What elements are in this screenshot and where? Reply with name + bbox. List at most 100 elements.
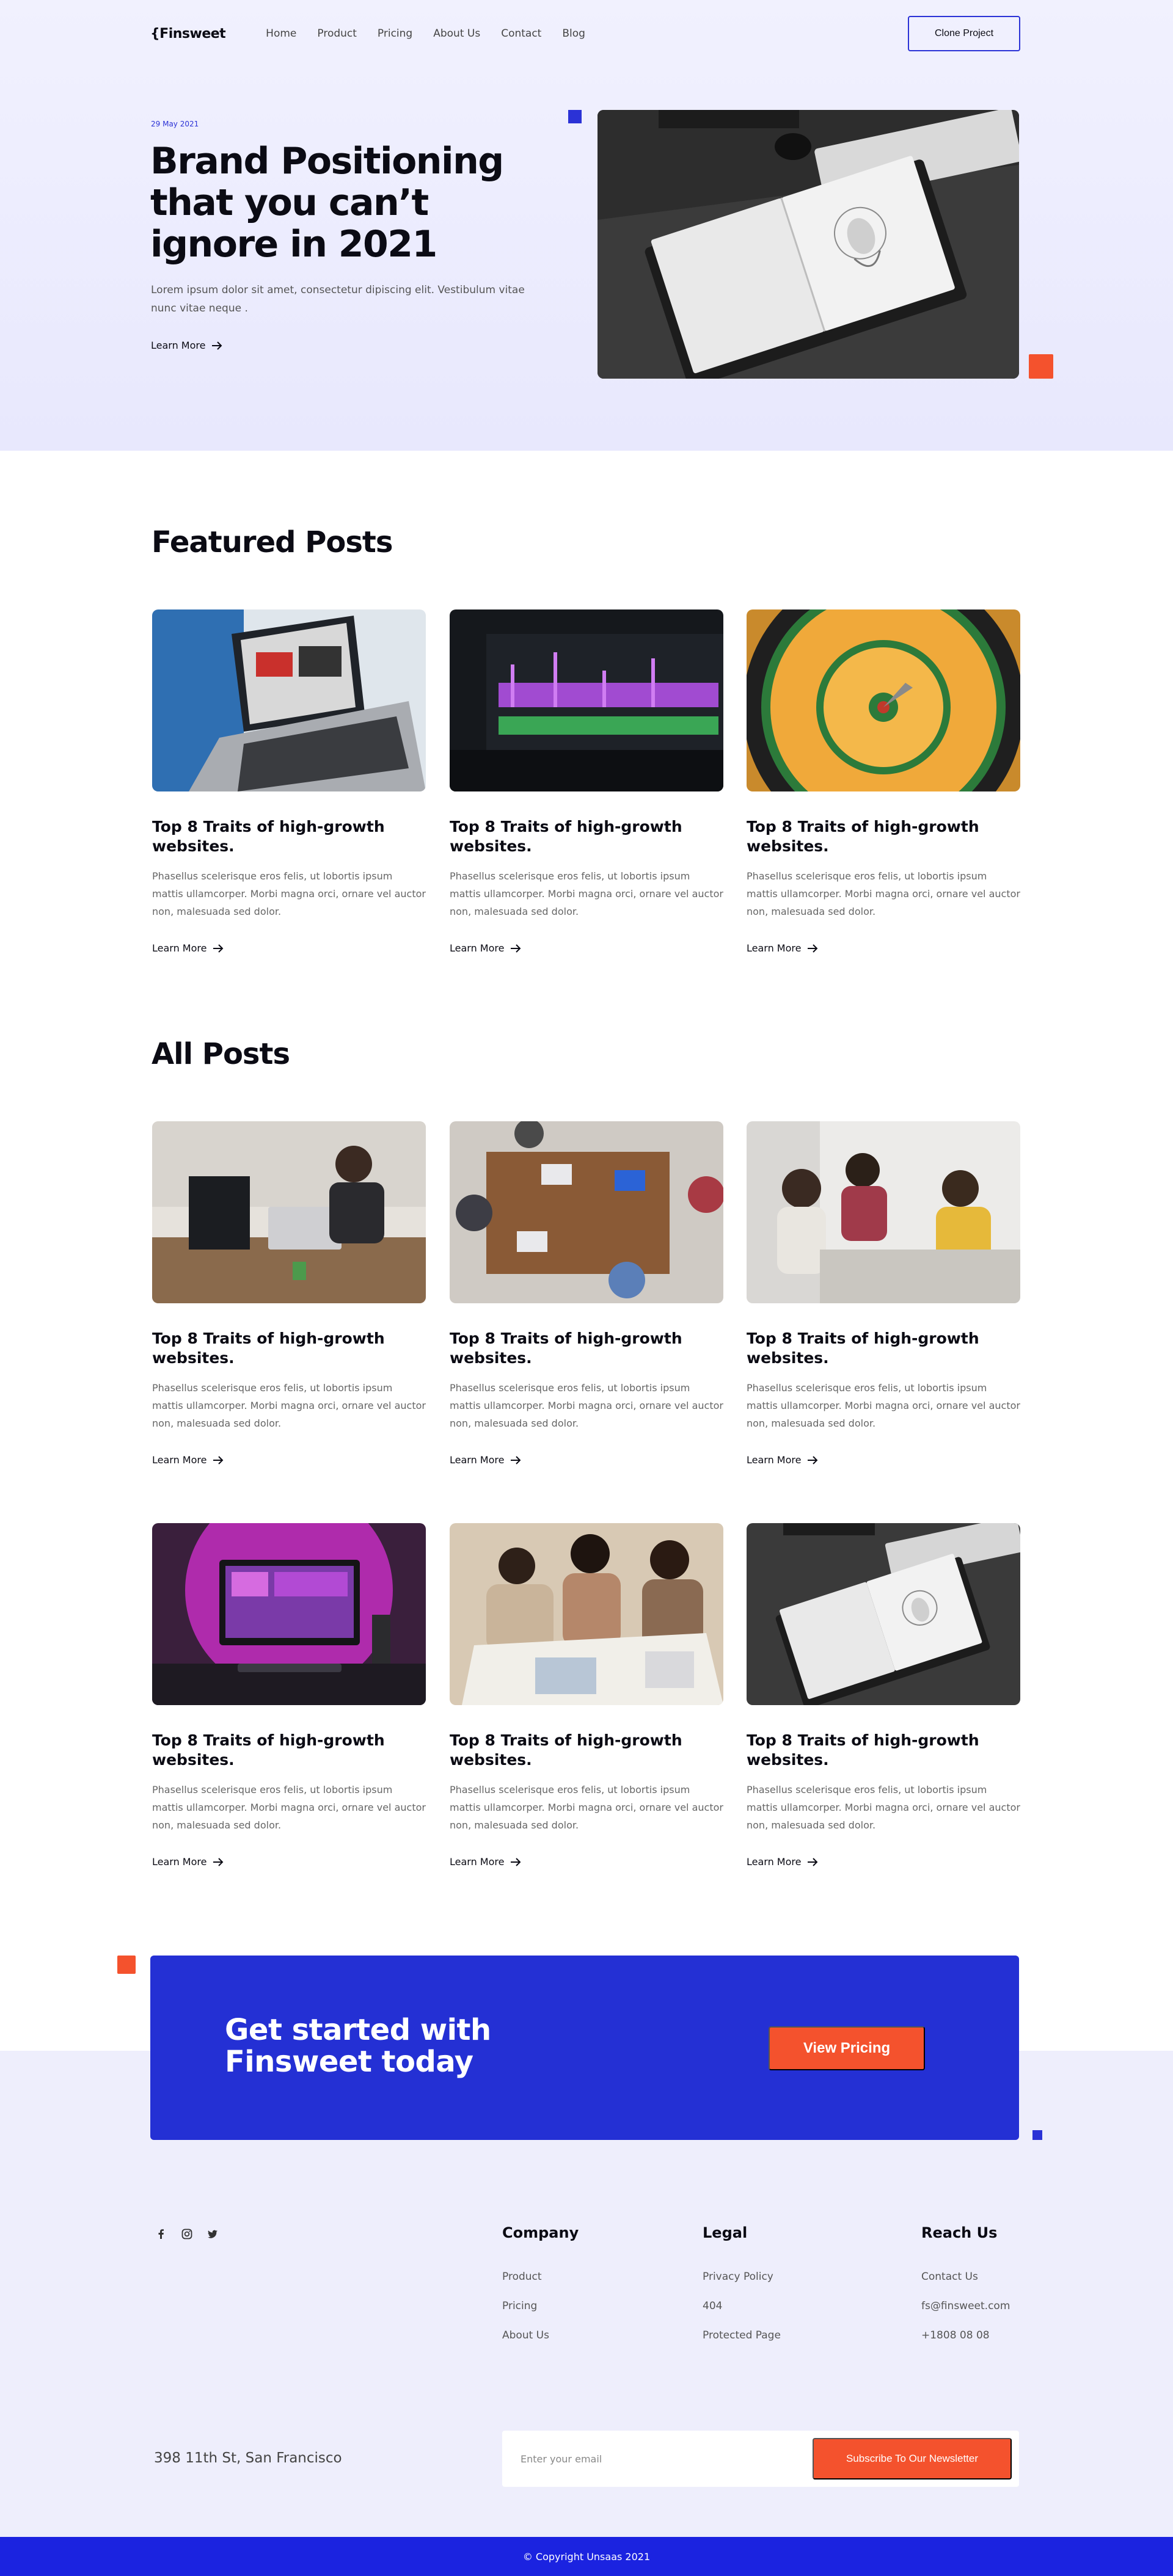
featured-post-card: Top 8 Traits of high-growth websites. Ph… — [152, 609, 426, 954]
facebook-icon[interactable] — [155, 2228, 167, 2240]
hero-image-sketchbook — [597, 110, 1019, 379]
post-learn-more-link[interactable]: Learn More — [450, 1856, 723, 1868]
nav-link-product[interactable]: Product — [317, 27, 357, 40]
arrow-right-icon — [808, 1455, 818, 1464]
post-title: Top 8 Traits of high-growth websites. — [152, 1731, 385, 1769]
post-image-team-meeting[interactable] — [747, 1121, 1020, 1303]
post-card: Top 8 Traits of high-growth websites. Ph… — [450, 1523, 723, 1868]
arrow-right-icon — [511, 944, 521, 953]
post-card: Top 8 Traits of high-growth websites. Ph… — [152, 1121, 426, 1466]
post-title: Top 8 Traits of high-growth websites. — [747, 1330, 979, 1367]
learn-more-label: Learn More — [151, 340, 206, 351]
hero-title: Brand Positioning that you can’t ignore … — [150, 140, 504, 266]
top-navigation: {Finsweet Home Product Pricing About Us … — [150, 16, 1020, 51]
all-posts-title: All Posts — [152, 1037, 290, 1071]
post-title: Top 8 Traits of high-growth websites. — [450, 1330, 682, 1367]
nav-link-home[interactable]: Home — [266, 27, 296, 40]
decorative-square — [1032, 2130, 1042, 2140]
post-learn-more-link[interactable]: Learn More — [747, 1454, 1020, 1466]
post-learn-more-link[interactable]: Learn More — [450, 1454, 723, 1466]
footer-link-protected[interactable]: Protected Page — [703, 2329, 781, 2341]
post-image-video-editor[interactable] — [450, 609, 723, 791]
twitter-icon[interactable] — [206, 2228, 219, 2240]
decorative-square — [568, 110, 582, 123]
footer-link-about[interactable]: About Us — [502, 2329, 579, 2341]
instagram-icon[interactable] — [181, 2228, 193, 2240]
footer-link-404[interactable]: 404 — [703, 2300, 781, 2312]
post-learn-more-link[interactable]: Learn More — [152, 1856, 426, 1868]
logo[interactable]: {Finsweet — [150, 26, 226, 42]
learn-more-label: Learn More — [450, 942, 505, 954]
arrow-right-icon — [212, 341, 222, 350]
footer-link-contact[interactable]: Contact Us — [921, 2271, 1010, 2283]
post-card: Top 8 Traits of high-growth websites. Ph… — [747, 1121, 1020, 1466]
newsletter-email-input[interactable] — [521, 2445, 789, 2472]
post-description: Phasellus scelerisque eros felis, ut lob… — [747, 1784, 1020, 1831]
post-card: Top 8 Traits of high-growth websites. Ph… — [152, 1523, 426, 1868]
featured-post-card: Top 8 Traits of high-growth websites. Ph… — [747, 609, 1020, 954]
footer-heading: Company — [502, 2224, 579, 2241]
copyright-bar: © Copyright Unsaas 2021 — [0, 2537, 1173, 2576]
decorative-square — [117, 1956, 136, 1974]
featured-posts-title: Featured Posts — [152, 525, 393, 559]
newsletter-form: Subscribe To Our Newsletter — [502, 2431, 1019, 2487]
post-description: Phasellus scelerisque eros felis, ut lob… — [450, 1784, 723, 1831]
arrow-right-icon — [511, 1455, 521, 1464]
nav-link-blog[interactable]: Blog — [562, 27, 585, 40]
post-title: Top 8 Traits of high-growth websites. — [450, 818, 682, 855]
post-learn-more-link[interactable]: Learn More — [747, 1856, 1020, 1868]
nav-link-pricing[interactable]: Pricing — [378, 27, 412, 40]
post-image-office[interactable] — [152, 1121, 426, 1303]
post-image-sketchbook[interactable] — [747, 1523, 1020, 1705]
post-card: Top 8 Traits of high-growth websites. Ph… — [450, 1121, 723, 1466]
learn-more-label: Learn More — [152, 1856, 207, 1868]
post-image-pink-desk[interactable] — [152, 1523, 426, 1705]
post-image-laptop[interactable] — [152, 609, 426, 791]
post-title: Top 8 Traits of high-growth websites. — [450, 1731, 682, 1769]
post-learn-more-link[interactable]: Learn More — [747, 942, 1020, 954]
copyright-text: © Copyright Unsaas 2021 — [522, 2550, 651, 2563]
nav-link-contact[interactable]: Contact — [501, 27, 541, 40]
learn-more-label: Learn More — [450, 1454, 505, 1466]
post-description: Phasellus scelerisque eros felis, ut lob… — [152, 1382, 426, 1429]
post-title: Top 8 Traits of high-growth websites. — [747, 818, 979, 855]
post-description: Phasellus scelerisque eros felis, ut lob… — [152, 1784, 426, 1831]
cta-banner: Get started with Finsweet today View Pri… — [150, 1956, 1019, 2140]
post-image-team-papers[interactable] — [450, 1523, 723, 1705]
arrow-right-icon — [213, 1455, 224, 1464]
footer-link-phone[interactable]: +1808 08 08 — [921, 2329, 1010, 2341]
hero-learn-more-link[interactable]: Learn More — [151, 340, 222, 351]
post-learn-more-link[interactable]: Learn More — [152, 1454, 426, 1466]
footer-heading: Legal — [703, 2224, 748, 2241]
footer-column-reach-us: Reach Us Contact Us fs@finsweet.com +180… — [921, 2224, 1010, 2341]
nav-link-about[interactable]: About Us — [433, 27, 480, 40]
arrow-right-icon — [213, 1857, 224, 1866]
post-image-dartboard[interactable] — [747, 609, 1020, 791]
nav-links: Home Product Pricing About Us Contact Bl… — [266, 27, 585, 40]
footer-link-privacy[interactable]: Privacy Policy — [703, 2271, 781, 2283]
hero-date: 29 May 2021 — [151, 120, 199, 128]
footer-column-company: Company Product Pricing About Us — [502, 2224, 579, 2341]
address: 398 11th St, San Francisco — [154, 2450, 342, 2466]
post-image-team-table[interactable] — [450, 1121, 723, 1303]
post-description: Phasellus scelerisque eros felis, ut lob… — [747, 870, 1020, 917]
decorative-square — [1029, 354, 1053, 379]
clone-project-button[interactable]: Clone Project — [908, 16, 1020, 51]
subscribe-button[interactable]: Subscribe To Our Newsletter — [813, 2438, 1012, 2480]
post-title: Top 8 Traits of high-growth websites. — [747, 1731, 979, 1769]
learn-more-label: Learn More — [747, 1454, 802, 1466]
footer-link-product[interactable]: Product — [502, 2271, 579, 2283]
footer-column-legal: Legal Privacy Policy 404 Protected Page — [703, 2224, 781, 2341]
learn-more-label: Learn More — [152, 942, 207, 954]
post-learn-more-link[interactable]: Learn More — [450, 942, 723, 954]
post-title: Top 8 Traits of high-growth websites. — [152, 818, 385, 855]
footer-link-pricing[interactable]: Pricing — [502, 2300, 579, 2312]
learn-more-label: Learn More — [152, 1454, 207, 1466]
view-pricing-button[interactable]: View Pricing — [769, 2026, 925, 2070]
post-learn-more-link[interactable]: Learn More — [152, 942, 426, 954]
post-title: Top 8 Traits of high-growth websites. — [152, 1330, 385, 1367]
footer-heading: Reach Us — [921, 2224, 998, 2241]
footer-link-email[interactable]: fs@finsweet.com — [921, 2300, 1010, 2312]
cta-title: Get started with Finsweet today — [225, 2013, 491, 2079]
hero-description: Lorem ipsum dolor sit amet, consectetur … — [151, 284, 525, 315]
